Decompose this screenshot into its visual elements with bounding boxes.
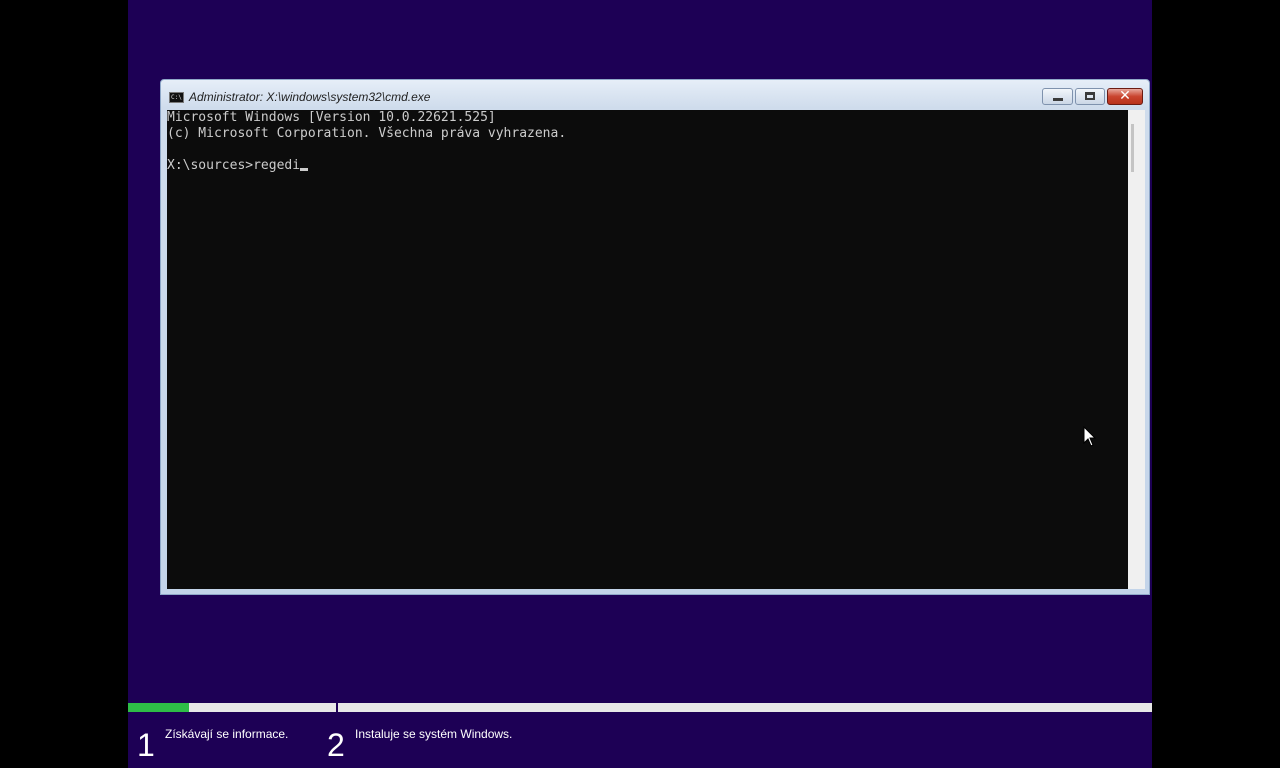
maximize-button[interactable] — [1075, 88, 1105, 105]
cmd-icon[interactable]: C:\ — [169, 92, 184, 103]
minimize-icon — [1053, 98, 1063, 101]
cmd-window[interactable]: C:\ Administrator: X:\windows\system32\c… — [160, 79, 1150, 595]
close-icon: ✕ — [1119, 88, 1131, 104]
text-cursor — [300, 168, 309, 171]
progress-step-divider — [336, 702, 338, 713]
maximize-icon — [1085, 92, 1095, 100]
vertical-scrollbar[interactable] — [1128, 110, 1145, 589]
step-2-number: 2 — [327, 727, 345, 763]
window-title: Administrator: X:\windows\system32\cmd.e… — [189, 90, 431, 104]
step-2-label: Instaluje se systém Windows. — [355, 727, 513, 741]
step-1-label: Získávají se informace. — [165, 727, 289, 741]
mouse-pointer-icon — [1083, 426, 1097, 447]
progress-fill — [128, 703, 190, 712]
step-1-number: 1 — [137, 727, 155, 763]
title-bar[interactable]: C:\ Administrator: X:\windows\system32\c… — [161, 80, 1149, 110]
setup-progress-bar — [128, 702, 1152, 713]
scrollbar-thumb[interactable] — [1131, 124, 1134, 172]
console-typed-input[interactable]: regedi — [253, 158, 300, 173]
close-button[interactable]: ✕ — [1107, 88, 1143, 105]
minimize-button[interactable] — [1042, 88, 1073, 105]
console-copyright-line: (c) Microsoft Corporation. Všechna práva… — [167, 126, 567, 141]
console-output[interactable]: Microsoft Windows [Version 10.0.22621.52… — [167, 110, 1128, 589]
console-prompt: X:\sources> — [167, 158, 254, 173]
console-command-line[interactable]: X:\sources>regedi — [167, 158, 309, 174]
console-version-line: Microsoft Windows [Version 10.0.22621.52… — [167, 110, 496, 125]
